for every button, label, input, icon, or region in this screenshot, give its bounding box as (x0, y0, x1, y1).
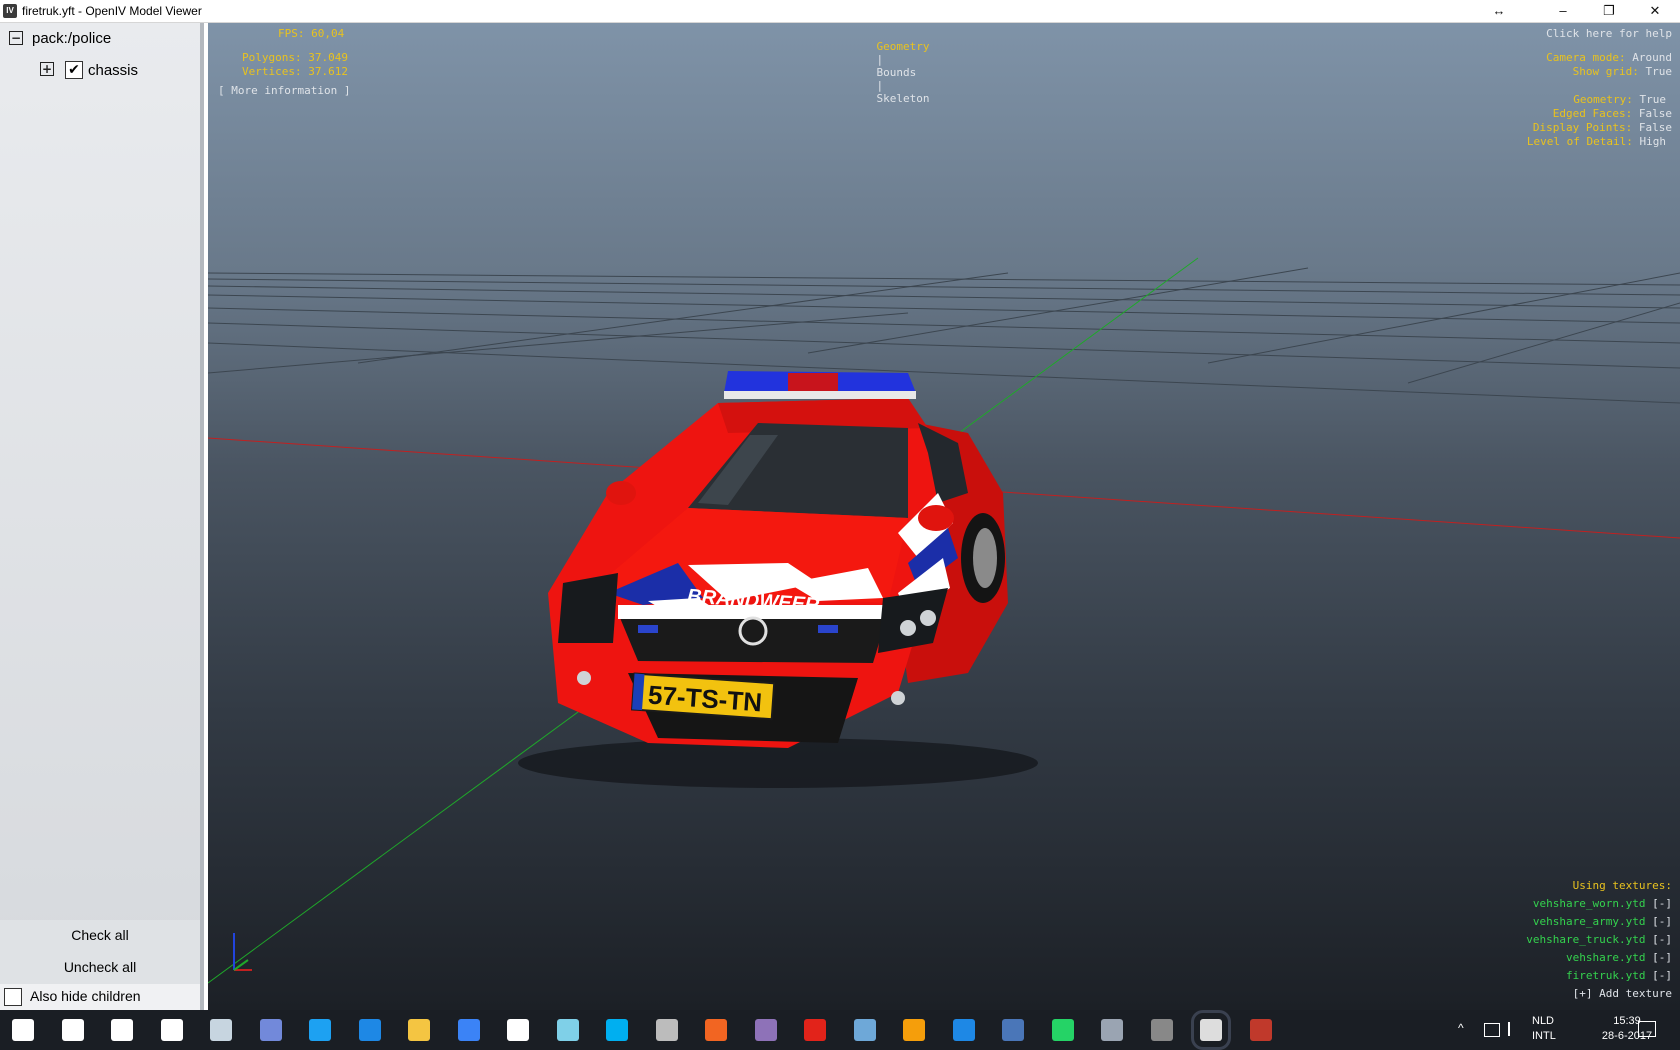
settings-geometry[interactable]: Geometry: True (1573, 93, 1666, 106)
axis-gizmo (233, 933, 252, 971)
gta-icon[interactable] (1150, 1019, 1173, 1041)
discord-icon[interactable] (259, 1019, 282, 1041)
texture-item[interactable]: vehshare_truck.ytd [-] (1526, 933, 1672, 946)
dolphin-icon[interactable] (853, 1019, 876, 1041)
check-all-button[interactable]: Check all (0, 920, 200, 950)
roblox-icon[interactable] (804, 1019, 826, 1041)
minimize-button[interactable]: – (1540, 0, 1586, 22)
search-icon[interactable] (61, 1019, 84, 1041)
settings-edged-faces[interactable]: Edged Faces: False (1553, 107, 1672, 120)
uncheck-all-button[interactable]: Uncheck all (0, 952, 200, 982)
texture-item[interactable]: vehshare_army.ytd [-] (1533, 915, 1672, 928)
winrar-icon[interactable] (1249, 1019, 1272, 1041)
collapse-toggle[interactable]: − (9, 31, 23, 45)
chassis-checkbox[interactable]: ✔ (65, 61, 83, 79)
obs-icon[interactable] (655, 1019, 678, 1041)
mail-icon[interactable] (160, 1019, 183, 1041)
tab-separator-2: | (876, 79, 884, 92)
polygons-readout: Polygons: 37.049 (242, 51, 348, 64)
help-link[interactable]: Click here for help (1546, 27, 1672, 40)
settings-show-grid[interactable]: Show grid: True (1573, 65, 1672, 78)
textures-header: Using textures: (1572, 879, 1672, 892)
teamviewer-icon[interactable] (952, 1019, 975, 1041)
action-center-icon[interactable] (1638, 1021, 1656, 1037)
tree-node-pack-police[interactable]: pack:/police (32, 30, 111, 47)
tab-skeleton[interactable]: Skeleton (877, 92, 930, 105)
volume-icon[interactable] (1508, 1022, 1520, 1036)
twitter-icon[interactable] (309, 1019, 331, 1041)
3d-viewport[interactable]: FPS: 60,04 Polygons: 37.049 Vertices: 37… (208, 23, 1680, 1010)
vlc-icon[interactable] (903, 1019, 925, 1041)
texture-item[interactable]: vehshare_worn.ytd [-] (1533, 897, 1672, 910)
settings-camera-mode[interactable]: Camera mode: Around (1546, 51, 1672, 64)
vehicle-model[interactable]: BRANDWEER 57-TS-TN (488, 343, 1088, 803)
skype-icon[interactable] (606, 1019, 628, 1041)
tab-separator: | (876, 53, 884, 66)
visibility-controls: Check all Uncheck all Also hide children (0, 920, 200, 1010)
input-language[interactable]: NLD INTL (1532, 1014, 1556, 1044)
texture-item[interactable]: vehshare.ytd [-] (1566, 951, 1672, 964)
settings-level-of-detail[interactable]: Level of Detail: High (1527, 135, 1666, 148)
also-hide-children-label: Also hide children (30, 988, 141, 1004)
windows-taskbar: ^ NLD INTL 15:39 28-6-2017 (0, 1010, 1680, 1050)
shield-icon[interactable] (1101, 1019, 1123, 1041)
file-explorer-icon[interactable] (408, 1019, 430, 1041)
title-bar[interactable]: IV firetruk.yft - OpenIV Model Viewer ↔ … (0, 0, 1680, 23)
close-button[interactable]: ✕ (1632, 0, 1678, 22)
tab-bounds[interactable]: Bounds (877, 66, 917, 79)
store-icon[interactable] (507, 1019, 529, 1041)
tor-icon[interactable] (754, 1019, 777, 1041)
view-mode-tabs: Geometry | Bounds | Skeleton (850, 27, 930, 118)
model-tree-panel: − pack:/police + ✔ chassis Check all Unc… (0, 23, 204, 1010)
add-texture-link[interactable]: [+] Add texture (1573, 987, 1672, 1000)
tab-geometry[interactable]: Geometry (877, 40, 930, 53)
window-title: firetruk.yft - OpenIV Model Viewer (22, 4, 202, 18)
tray-chevron-icon[interactable]: ^ (1458, 1021, 1464, 1035)
openiv-app-icon: IV (3, 4, 17, 18)
calculator-icon[interactable] (1002, 1019, 1024, 1041)
vertices-readout: Vertices: 37.612 (242, 65, 348, 78)
network-icon[interactable] (1484, 1023, 1500, 1037)
task-view-icon[interactable] (111, 1019, 133, 1041)
openiv-icon[interactable] (1191, 1010, 1231, 1050)
edge-icon[interactable] (358, 1019, 381, 1041)
restore-button[interactable]: ❐ (1586, 0, 1632, 22)
more-information-link[interactable]: [ More information ] (218, 84, 350, 97)
chrome-icon[interactable] (457, 1019, 480, 1041)
app-icon[interactable] (556, 1019, 579, 1041)
resize-arrows-icon: ↔ (1492, 3, 1506, 18)
settings-display-points[interactable]: Display Points: False (1533, 121, 1672, 134)
whatsapp-icon[interactable] (1051, 1019, 1074, 1041)
fps-readout: FPS: 60,04 (278, 27, 345, 40)
tree-node-chassis[interactable]: chassis (88, 62, 138, 79)
steam-icon[interactable] (210, 1019, 232, 1041)
also-hide-children-checkbox[interactable] (4, 988, 22, 1006)
expand-toggle[interactable]: + (40, 62, 54, 76)
windows-start-icon[interactable] (12, 1019, 34, 1041)
d-app-icon[interactable] (705, 1019, 727, 1041)
texture-item[interactable]: firetruk.ytd [-] (1566, 969, 1672, 982)
also-hide-children-row: Also hide children (0, 984, 200, 1010)
